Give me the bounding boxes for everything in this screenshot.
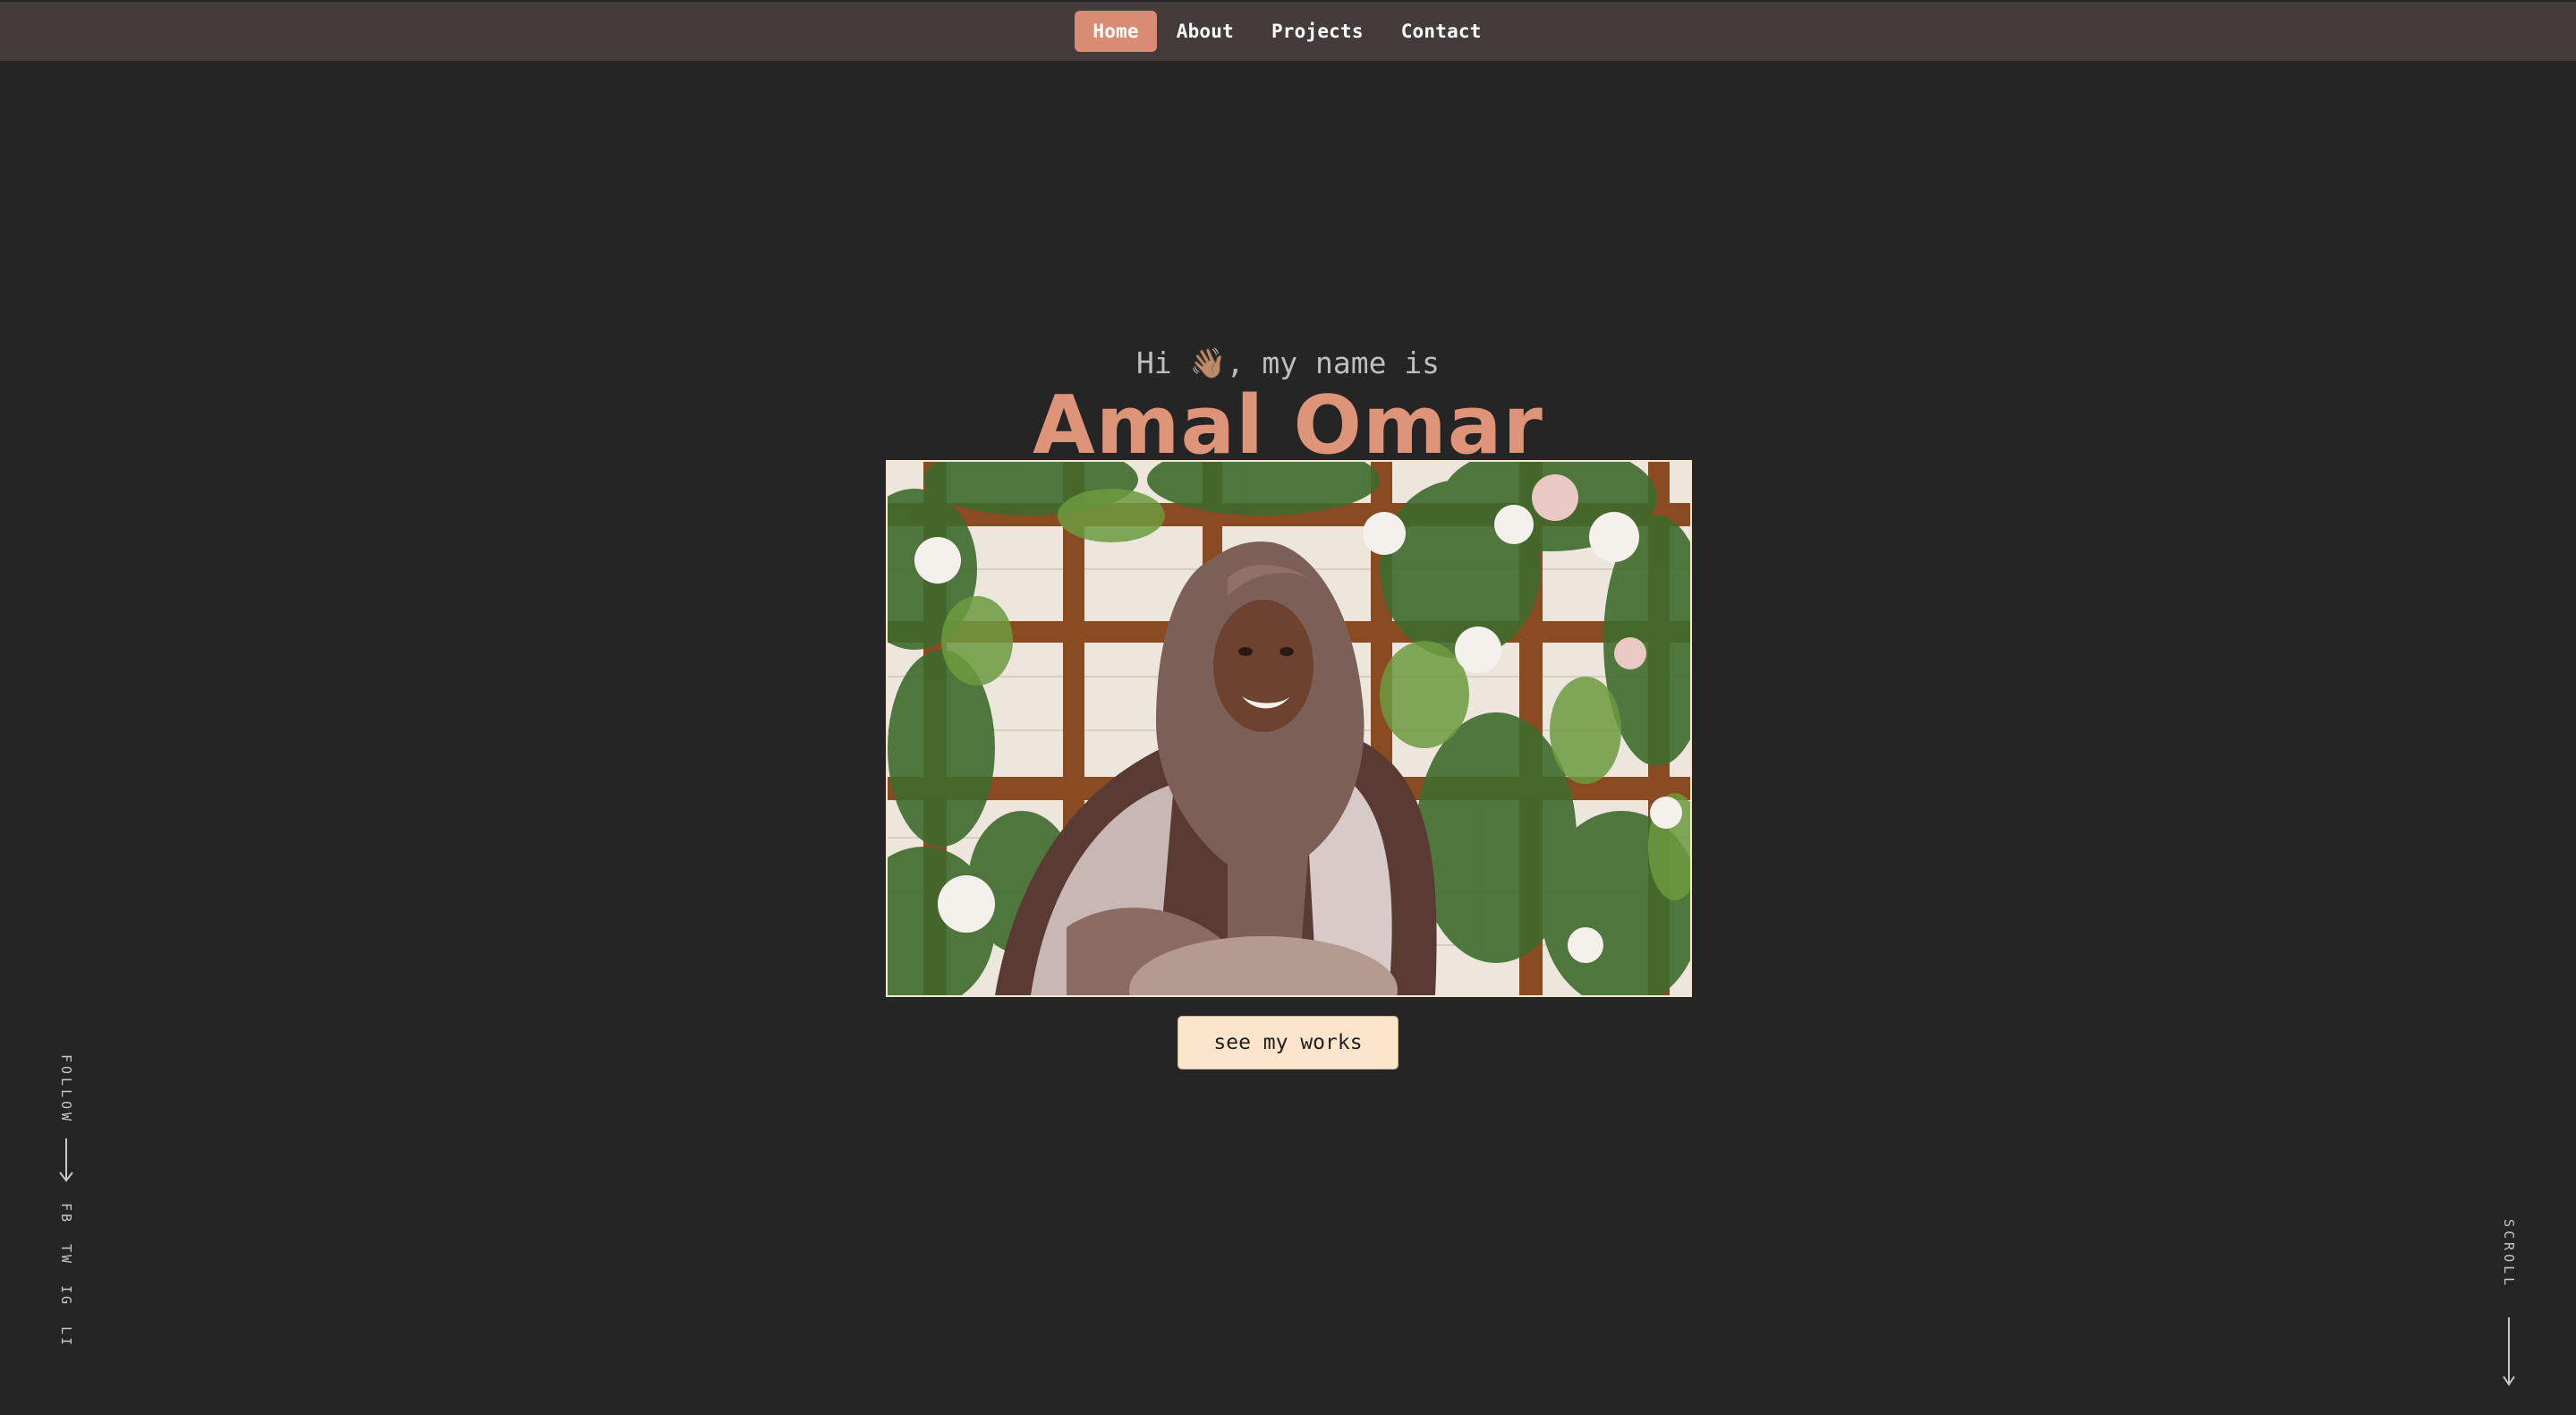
social-link-li[interactable]: LI [58, 1326, 74, 1348]
nav-about[interactable]: About [1159, 11, 1252, 52]
nav-list: Home About Projects Contact [1075, 11, 1499, 52]
arrow-down-icon [2503, 1317, 2515, 1386]
hero-greeting: Hi 👋🏽, my name is [0, 344, 2576, 383]
social-link-ig[interactable]: IG [58, 1285, 74, 1307]
scroll-indicator[interactable]: SCROLL [2498, 1219, 2520, 1387]
social-link-fb[interactable]: FB [58, 1203, 74, 1224]
profile-photo [886, 460, 1692, 997]
see-my-works-button[interactable]: see my works [1177, 1016, 1399, 1070]
top-navbar: Home About Projects Contact [0, 2, 2576, 61]
greeting-prefix: Hi [1135, 345, 1190, 380]
arrow-down-icon [59, 1138, 73, 1182]
nav-projects[interactable]: Projects [1254, 11, 1382, 52]
nav-contact[interactable]: Contact [1383, 11, 1500, 52]
greeting-suffix: , my name is [1226, 345, 1441, 380]
scroll-label: SCROLL [2501, 1219, 2517, 1290]
follow-rail: FOLLOW FB TW IG LI [55, 1054, 77, 1348]
follow-label: FOLLOW [58, 1054, 74, 1125]
waving-hand-icon: 👋🏽 [1189, 345, 1227, 380]
hero-name: Amal Omar [1033, 379, 1543, 473]
social-link-tw[interactable]: TW [58, 1244, 74, 1266]
nav-home[interactable]: Home [1075, 11, 1157, 52]
